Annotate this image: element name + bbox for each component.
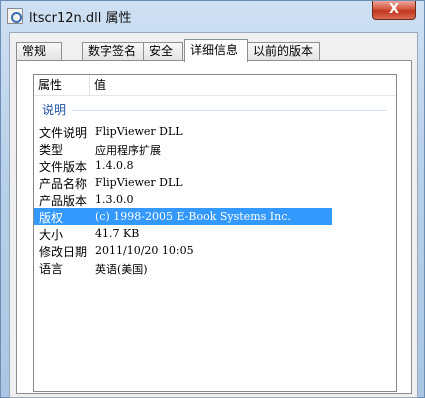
- property-list[interactable]: 属性 值 说明 文件说明 FlipViewer DLL 类型 应用程序扩展 文件…: [33, 74, 397, 392]
- dialog-client-area: 常规 数字签名 安全 详细信息 以前的版本 属性 值 说明 文件说明 FlipV…: [9, 32, 418, 398]
- group-label: 说明: [42, 103, 67, 117]
- property-name: 版权: [39, 211, 64, 225]
- column-header-value[interactable]: 值: [90, 75, 170, 96]
- close-button[interactable]: X: [372, 1, 416, 20]
- property-name: 文件说明: [39, 126, 88, 140]
- tab-details[interactable]: 详细信息: [184, 39, 248, 62]
- property-value: 应用程序扩展: [95, 144, 161, 157]
- list-header: 属性 值: [34, 75, 396, 96]
- property-value: FlipViewer DLL: [95, 176, 183, 189]
- property-name: 大小: [39, 228, 64, 242]
- property-name: 修改日期: [39, 245, 88, 259]
- tab-general[interactable]: 常规: [16, 42, 62, 61]
- property-value: (c) 1998-2005 E-Book Systems Inc.: [95, 210, 291, 223]
- property-value: 英语(美国): [95, 263, 148, 276]
- tab-digital-signatures[interactable]: 数字签名: [82, 42, 144, 61]
- property-row[interactable]: 语言 英语(美国): [34, 259, 332, 276]
- property-name: 语言: [39, 262, 64, 276]
- group-header-description: 说明: [42, 101, 387, 117]
- property-value: 1.4.0.8: [95, 159, 134, 172]
- property-row-selected[interactable]: 版权 (c) 1998-2005 E-Book Systems Inc.: [34, 208, 332, 225]
- property-value: 2011/10/20 10:05: [95, 244, 194, 257]
- property-name: 产品版本: [39, 194, 88, 208]
- window-title: ltscr12n.dll 属性: [29, 11, 132, 26]
- group-divider: [72, 110, 387, 111]
- property-row[interactable]: 产品名称 FlipViewer DLL: [34, 174, 332, 191]
- property-row[interactable]: 文件版本 1.4.0.8: [34, 157, 332, 174]
- details-tab-page: 属性 值 说明 文件说明 FlipViewer DLL 类型 应用程序扩展 文件…: [16, 60, 412, 394]
- dll-file-icon: [7, 8, 23, 24]
- property-row[interactable]: 类型 应用程序扩展: [34, 140, 332, 157]
- properties-window: ltscr12n.dll 属性 X 常规 数字签名 安全 详细信息 以前的版本 …: [0, 0, 425, 398]
- property-value: 1.3.0.0: [95, 193, 134, 206]
- property-row[interactable]: 修改日期 2011/10/20 10:05: [34, 242, 332, 259]
- property-value: 41.7 KB: [95, 227, 140, 240]
- property-name: 产品名称: [39, 177, 88, 191]
- property-name: 类型: [39, 143, 64, 157]
- tab-previous-versions[interactable]: 以前的版本: [247, 42, 320, 61]
- property-row[interactable]: 文件说明 FlipViewer DLL: [34, 123, 332, 140]
- tab-security[interactable]: 安全: [143, 42, 183, 61]
- title-bar[interactable]: ltscr12n.dll 属性 X: [1, 1, 424, 31]
- property-value: FlipViewer DLL: [95, 125, 183, 138]
- property-name: 文件版本: [39, 160, 88, 174]
- property-row[interactable]: 产品版本 1.3.0.0: [34, 191, 332, 208]
- column-header-property[interactable]: 属性: [34, 75, 90, 96]
- property-row[interactable]: 大小 41.7 KB: [34, 225, 332, 242]
